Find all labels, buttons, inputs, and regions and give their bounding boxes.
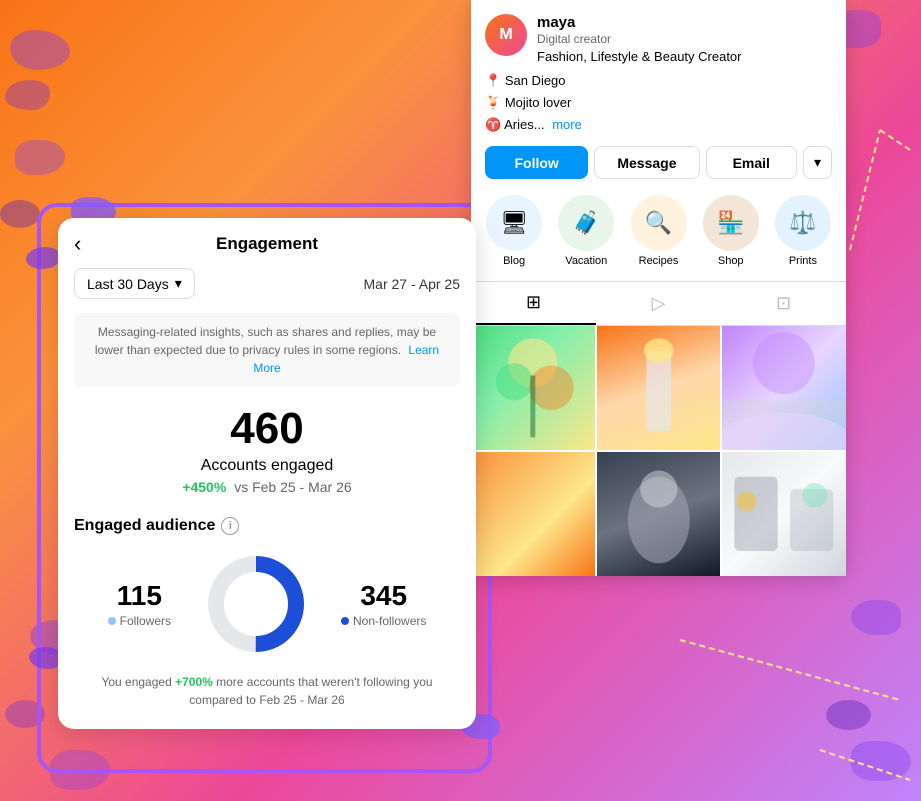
location-icon: 📍 bbox=[485, 73, 501, 88]
profile-bio: Fashion, Lifestyle & Beauty Creator bbox=[537, 49, 832, 64]
view-toggle: ⊞ ▷ ⊡ bbox=[471, 281, 846, 326]
profile-details: 📍 San Diego 🍹 Mojito lover ♈ Aries... mo… bbox=[485, 70, 832, 136]
nonfollowers-label: Non-followers bbox=[341, 614, 426, 628]
profile-info: maya Digital creator Fashion, Lifestyle … bbox=[537, 14, 832, 64]
date-filter-row: Last 30 Days ▾ Mar 27 - Apr 25 bbox=[58, 262, 476, 305]
nonfollowers-count: 345 bbox=[341, 580, 426, 612]
back-icon: ‹ bbox=[74, 231, 81, 256]
highlight-item-prints[interactable]: ⚖️ Prints bbox=[768, 191, 838, 271]
growth-note-suffix: more accounts that weren't following you… bbox=[189, 675, 432, 707]
engaged-audience-title: Engaged audience bbox=[74, 517, 215, 535]
nonfollowers-dot bbox=[341, 617, 349, 625]
photo-6-art bbox=[722, 452, 846, 576]
growth-compare: vs Feb 25 - Mar 26 bbox=[234, 479, 352, 495]
instagram-panel: M maya Digital creator Fashion, Lifestyl… bbox=[471, 0, 846, 576]
profile-role: Digital creator bbox=[537, 32, 832, 46]
shop-highlight-icon: 🏪 bbox=[703, 195, 759, 251]
prints-highlight-icon: ⚖️ bbox=[775, 195, 831, 251]
highlight-item-recipes[interactable]: 🔍 Recipes bbox=[623, 191, 693, 271]
location-text: San Diego bbox=[505, 73, 566, 88]
vacation-highlight-label: Vacation bbox=[565, 255, 607, 267]
profile-name: maya bbox=[537, 14, 832, 31]
vacation-highlight-icon: 🧳 bbox=[558, 195, 614, 251]
chevron-down-icon: ▾ bbox=[175, 275, 182, 292]
highlights: 🖥 Blog 🧳 Vacation 🔍 Recipes 🏪 Shop ⚖️ Pr… bbox=[471, 187, 846, 281]
sign-text: Aries... bbox=[504, 117, 544, 132]
highlight-item-blog[interactable]: 🖥 Blog bbox=[479, 191, 549, 271]
growth-percent: +450% bbox=[182, 479, 226, 495]
back-button[interactable]: ‹ bbox=[74, 233, 81, 255]
follow-button[interactable]: Follow bbox=[485, 146, 588, 179]
followers-stat: 115 Followers bbox=[108, 580, 171, 628]
growth-note-prefix: You engaged bbox=[101, 675, 175, 689]
nonfollowers-stat: 345 Non-followers bbox=[341, 580, 426, 628]
grid-view-button[interactable]: ⊞ bbox=[471, 282, 596, 325]
growth-note: You engaged +700% more accounts that wer… bbox=[58, 659, 476, 709]
photo-cell-4[interactable] bbox=[471, 452, 595, 576]
donut-svg bbox=[201, 549, 311, 659]
photo-grid bbox=[471, 326, 846, 575]
photo-3-art bbox=[722, 326, 846, 450]
donut-chart-container bbox=[201, 549, 311, 659]
tagged-view-button[interactable]: ⊡ bbox=[721, 282, 846, 325]
drink-text: Mojito lover bbox=[505, 95, 571, 110]
followers-count: 115 bbox=[108, 580, 171, 612]
growth-note-percent: +700% bbox=[175, 675, 213, 689]
action-buttons: Follow Message Email ▾ bbox=[471, 136, 846, 187]
more-button[interactable]: ▾ bbox=[803, 146, 832, 179]
photo-1-art bbox=[471, 326, 595, 450]
highlight-item-shop[interactable]: 🏪 Shop bbox=[696, 191, 766, 271]
location-row: 📍 San Diego bbox=[485, 70, 832, 92]
grid-icon: ⊞ bbox=[526, 292, 541, 312]
shop-highlight-label: Shop bbox=[718, 255, 744, 267]
engagement-header: ‹ Engagement bbox=[58, 218, 476, 262]
date-range: Mar 27 - Apr 25 bbox=[364, 276, 461, 292]
growth-badge: +450% vs Feb 25 - Mar 26 bbox=[58, 479, 476, 495]
play-icon: ▷ bbox=[652, 293, 666, 313]
profile-section: M maya Digital creator Fashion, Lifestyl… bbox=[471, 0, 846, 136]
info-banner: Messaging-related insights, such as shar… bbox=[74, 313, 460, 387]
info-circle-icon[interactable]: i bbox=[221, 517, 239, 535]
accounts-engaged-count: 460 bbox=[58, 407, 476, 451]
prints-highlight-label: Prints bbox=[789, 255, 817, 267]
recipes-highlight-label: Recipes bbox=[639, 255, 679, 267]
photo-cell-6[interactable] bbox=[722, 452, 846, 576]
engaged-audience-header: Engaged audience i bbox=[58, 495, 476, 549]
date-filter-label: Last 30 Days bbox=[87, 276, 169, 292]
drink-icon: 🍹 bbox=[485, 95, 501, 110]
recipes-highlight-icon: 🔍 bbox=[631, 195, 687, 251]
photo-cell-1[interactable] bbox=[471, 326, 595, 450]
sign-row: ♈ Aries... more bbox=[485, 114, 832, 136]
date-dropdown[interactable]: Last 30 Days ▾ bbox=[74, 268, 195, 299]
photo-cell-3[interactable] bbox=[722, 326, 846, 450]
photo-cell-2[interactable] bbox=[597, 326, 721, 450]
person-square-icon: ⊡ bbox=[776, 293, 791, 313]
chevron-down-icon: ▾ bbox=[814, 154, 821, 170]
info-text: Messaging-related insights, such as shar… bbox=[95, 325, 436, 357]
engagement-title: Engagement bbox=[74, 234, 460, 254]
reels-view-button[interactable]: ▷ bbox=[596, 282, 721, 325]
photo-5-art bbox=[597, 452, 721, 576]
photo-2-art bbox=[597, 326, 721, 450]
engagement-panel: ‹ Engagement Last 30 Days ▾ Mar 27 - Apr… bbox=[58, 218, 476, 729]
drink-row: 🍹 Mojito lover bbox=[485, 92, 832, 114]
blog-highlight-label: Blog bbox=[503, 255, 525, 267]
followers-label: Followers bbox=[108, 614, 171, 628]
sign-icon: ♈ bbox=[485, 117, 501, 132]
accounts-engaged-label: Accounts engaged bbox=[58, 457, 476, 475]
email-button[interactable]: Email bbox=[706, 146, 797, 179]
followers-dot bbox=[108, 617, 116, 625]
photo-cell-5[interactable] bbox=[597, 452, 721, 576]
donut-chart-area: 115 Followers 345 Non-followers bbox=[58, 549, 476, 659]
avatar: M bbox=[485, 14, 527, 56]
more-link[interactable]: more bbox=[552, 117, 582, 132]
message-button[interactable]: Message bbox=[594, 146, 699, 179]
highlight-item-vacation[interactable]: 🧳 Vacation bbox=[551, 191, 621, 271]
blog-highlight-icon: 🖥 bbox=[486, 195, 542, 251]
